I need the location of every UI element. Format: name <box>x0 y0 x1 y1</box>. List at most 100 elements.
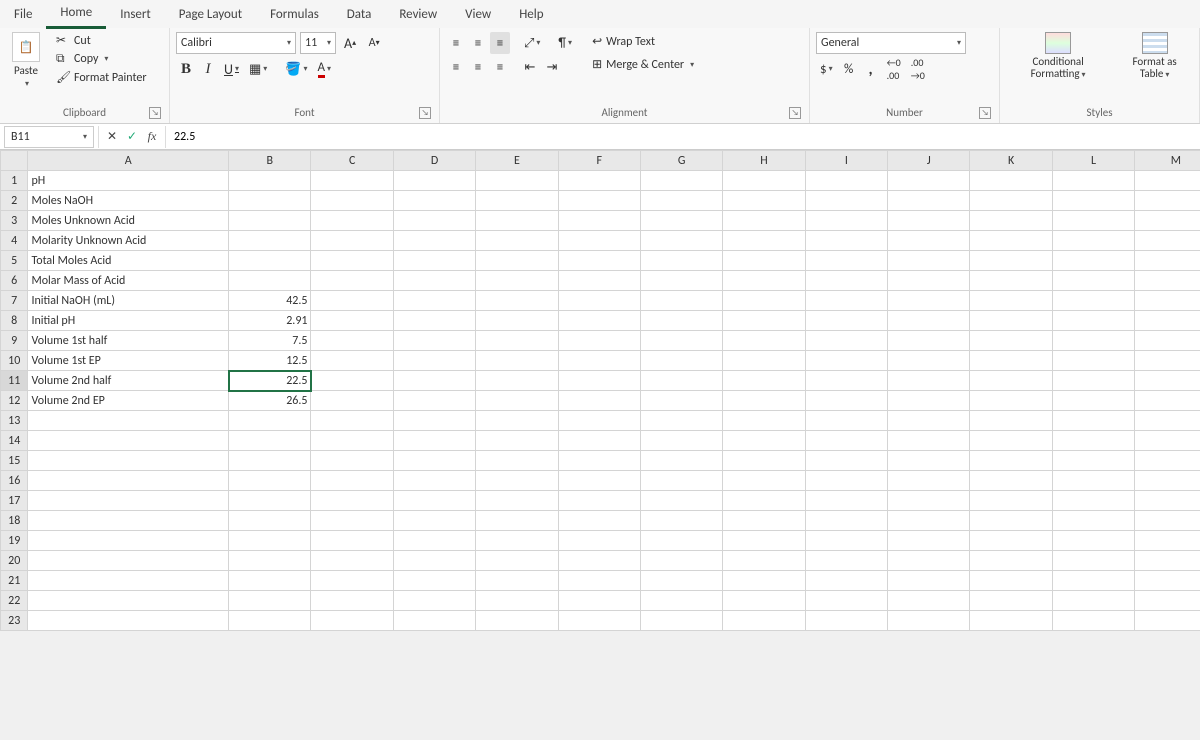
cell-M21[interactable] <box>1135 571 1200 591</box>
cell-A8[interactable]: Initial pH <box>28 311 229 331</box>
cell-L3[interactable] <box>1052 211 1134 231</box>
cell-B16[interactable] <box>229 471 311 491</box>
cell-K7[interactable] <box>970 291 1052 311</box>
cell-A13[interactable] <box>28 411 229 431</box>
row-header-9[interactable]: 9 <box>1 331 28 351</box>
cell-F7[interactable] <box>558 291 640 311</box>
column-header-K[interactable]: K <box>970 151 1052 171</box>
cell-L8[interactable] <box>1052 311 1134 331</box>
cell-M19[interactable] <box>1135 531 1200 551</box>
cell-B9[interactable]: 7.5 <box>229 331 311 351</box>
cell-H20[interactable] <box>723 551 805 571</box>
increase-font-button[interactable]: A▴ <box>340 32 360 54</box>
cell-E9[interactable] <box>476 331 558 351</box>
cell-L2[interactable] <box>1052 191 1134 211</box>
cell-E15[interactable] <box>476 451 558 471</box>
cell-D13[interactable] <box>393 411 475 431</box>
cell-C16[interactable] <box>311 471 393 491</box>
cell-M22[interactable] <box>1135 591 1200 611</box>
orientation-button[interactable]: ⤢▾ <box>520 32 544 54</box>
percent-button[interactable]: % <box>839 58 859 80</box>
cell-G18[interactable] <box>640 511 722 531</box>
name-box[interactable]: B11▾ <box>4 126 94 148</box>
cell-F16[interactable] <box>558 471 640 491</box>
cell-M17[interactable] <box>1135 491 1200 511</box>
cell-G11[interactable] <box>640 371 722 391</box>
text-direction-button[interactable]: ¶▾ <box>554 32 576 54</box>
row-header-13[interactable]: 13 <box>1 411 28 431</box>
row-header-21[interactable]: 21 <box>1 571 28 591</box>
align-right-button[interactable]: ≡ <box>490 56 510 78</box>
cell-C20[interactable] <box>311 551 393 571</box>
cell-D19[interactable] <box>393 531 475 551</box>
cell-J12[interactable] <box>888 391 970 411</box>
cell-B4[interactable] <box>229 231 311 251</box>
cell-H3[interactable] <box>723 211 805 231</box>
cell-F14[interactable] <box>558 431 640 451</box>
cell-B18[interactable] <box>229 511 311 531</box>
cell-H22[interactable] <box>723 591 805 611</box>
cell-J23[interactable] <box>888 611 970 631</box>
row-header-15[interactable]: 15 <box>1 451 28 471</box>
cell-H8[interactable] <box>723 311 805 331</box>
cell-L14[interactable] <box>1052 431 1134 451</box>
cell-A11[interactable]: Volume 2nd half <box>28 371 229 391</box>
cell-L10[interactable] <box>1052 351 1134 371</box>
cell-F15[interactable] <box>558 451 640 471</box>
cell-C21[interactable] <box>311 571 393 591</box>
enter-formula-button[interactable]: ✓ <box>123 129 141 144</box>
cell-F23[interactable] <box>558 611 640 631</box>
cell-G16[interactable] <box>640 471 722 491</box>
cell-L12[interactable] <box>1052 391 1134 411</box>
row-header-14[interactable]: 14 <box>1 431 28 451</box>
tab-help[interactable]: Help <box>505 1 557 28</box>
cell-I8[interactable] <box>805 311 887 331</box>
row-header-7[interactable]: 7 <box>1 291 28 311</box>
row-header-6[interactable]: 6 <box>1 271 28 291</box>
cell-G2[interactable] <box>640 191 722 211</box>
cell-I4[interactable] <box>805 231 887 251</box>
cell-E13[interactable] <box>476 411 558 431</box>
cell-K14[interactable] <box>970 431 1052 451</box>
cell-F5[interactable] <box>558 251 640 271</box>
tab-page-layout[interactable]: Page Layout <box>165 1 256 28</box>
cell-L4[interactable] <box>1052 231 1134 251</box>
row-header-17[interactable]: 17 <box>1 491 28 511</box>
cell-B19[interactable] <box>229 531 311 551</box>
cell-F9[interactable] <box>558 331 640 351</box>
column-header-D[interactable]: D <box>393 151 475 171</box>
merge-center-button[interactable]: ⊞Merge & Center▾ <box>588 55 698 74</box>
cell-A18[interactable] <box>28 511 229 531</box>
increase-indent-button[interactable]: ⇥ <box>542 56 562 78</box>
cell-M3[interactable] <box>1135 211 1200 231</box>
cell-L9[interactable] <box>1052 331 1134 351</box>
select-all-corner[interactable] <box>1 151 28 171</box>
row-header-19[interactable]: 19 <box>1 531 28 551</box>
cell-K3[interactable] <box>970 211 1052 231</box>
cell-K23[interactable] <box>970 611 1052 631</box>
spreadsheet-grid[interactable]: ABCDEFGHIJKLMN1pH2Moles NaOH3Moles Unkno… <box>0 150 1200 631</box>
column-header-I[interactable]: I <box>805 151 887 171</box>
copy-button[interactable]: ⧉Copy▾ <box>52 51 151 67</box>
alignment-dialog-launcher[interactable]: ↘ <box>789 107 801 119</box>
row-header-2[interactable]: 2 <box>1 191 28 211</box>
cell-L13[interactable] <box>1052 411 1134 431</box>
column-header-G[interactable]: G <box>640 151 722 171</box>
align-left-button[interactable]: ≡ <box>446 56 466 78</box>
cell-D8[interactable] <box>393 311 475 331</box>
cell-M16[interactable] <box>1135 471 1200 491</box>
format-painter-button[interactable]: 🖌Format Painter <box>52 69 151 86</box>
cell-D4[interactable] <box>393 231 475 251</box>
cell-E6[interactable] <box>476 271 558 291</box>
cell-K15[interactable] <box>970 451 1052 471</box>
cell-M10[interactable] <box>1135 351 1200 371</box>
cell-K18[interactable] <box>970 511 1052 531</box>
cell-H16[interactable] <box>723 471 805 491</box>
row-header-3[interactable]: 3 <box>1 211 28 231</box>
cell-D10[interactable] <box>393 351 475 371</box>
cell-L19[interactable] <box>1052 531 1134 551</box>
cell-H18[interactable] <box>723 511 805 531</box>
cell-G15[interactable] <box>640 451 722 471</box>
cell-D7[interactable] <box>393 291 475 311</box>
cell-M5[interactable] <box>1135 251 1200 271</box>
